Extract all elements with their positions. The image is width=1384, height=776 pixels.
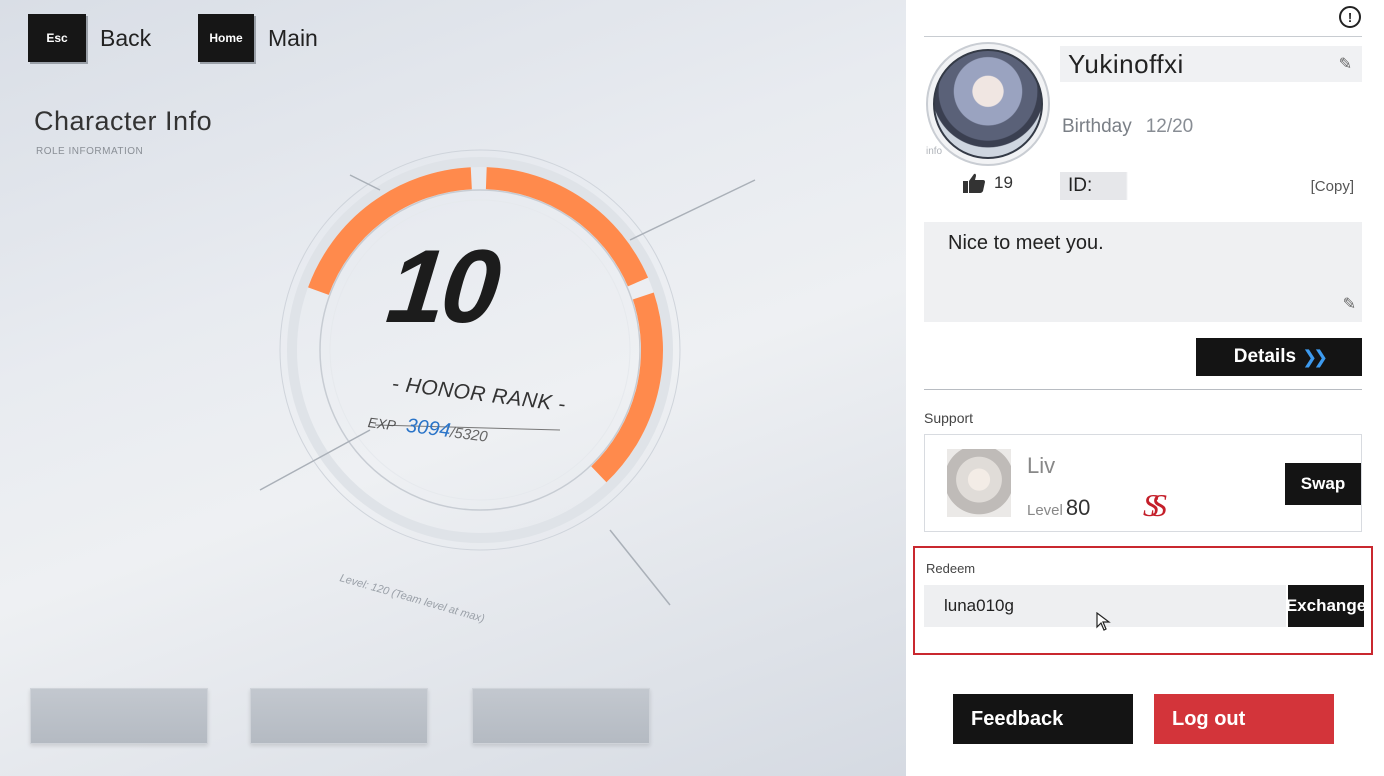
main-button[interactable]: Home Main [198,14,318,62]
support-card[interactable]: Liv Level 80 SS Swap [924,434,1362,532]
deco-line-right [629,179,756,241]
home-key-badge: Home [198,14,254,62]
bottom-tab-1[interactable] [30,688,208,744]
avatar [933,49,1043,159]
player-name-field[interactable]: Yukinoffxi ✎ [1060,46,1362,82]
feedback-button[interactable]: Feedback [953,694,1133,744]
divider-mid [924,389,1362,390]
support-section-label: Support [924,410,974,426]
bio-field[interactable]: Nice to meet you. ✎ [924,222,1362,322]
avatar-frame[interactable] [926,42,1050,166]
ring-outer-guide [279,149,681,551]
honor-progress-arc-2 [485,167,649,287]
support-name: Liv [1027,453,1056,478]
profile-panel: ! info Yukinoffxi ✎ Birthday 12/20 19 ID:… [906,0,1384,776]
birthday-value: 12/20 [1145,116,1194,137]
support-level-value: 80 [1065,495,1091,520]
player-name: Yukinoffxi [1068,48,1184,79]
exp-label: EXP [366,414,397,434]
exp-current: 3094 [404,414,452,443]
player-id-row: ID: [Copy] [1060,172,1362,200]
chevron-double-right-icon: ❯❯ [1302,346,1328,367]
support-level-label: Level [1027,502,1063,519]
ring-track [287,157,673,543]
avatar-tag: info [926,146,943,157]
deco-line-bottom [609,529,671,606]
bottom-tab-2[interactable] [250,688,428,744]
back-label: Back [100,24,152,51]
honor-rank-number: 10 [381,229,502,345]
likes-count: 19 [994,173,1013,192]
exchange-button[interactable]: Exchange [1286,585,1366,627]
id-label: ID: [1068,175,1093,196]
page-subtitle: ROLE INFORMATION [36,146,144,157]
esc-key-badge: Esc [28,14,86,62]
edit-icon[interactable]: ✎ [1343,294,1356,314]
back-button[interactable]: Esc Back [28,14,151,62]
character-info-scene: Esc Back Home Main Character Info ROLE I… [0,0,906,776]
redeem-section-label: Redeem [926,561,976,576]
edit-icon[interactable]: ✎ [1339,54,1352,74]
birthday-row: Birthday 12/20 [1062,116,1193,138]
mouse-cursor-icon [1096,612,1111,631]
support-level: Level 80 [1027,495,1090,521]
main-label: Main [268,24,318,51]
swap-button[interactable]: Swap [1285,463,1361,505]
support-portrait [947,449,1011,517]
copy-id-button[interactable]: [Copy] [1311,178,1354,195]
details-button[interactable]: Details ❯❯ [1196,338,1362,376]
thumbs-up-icon [963,173,985,193]
exp-max: /5320 [449,424,489,446]
support-rank-badge: SS [1143,487,1167,523]
birthday-label: Birthday [1062,116,1132,137]
info-icon[interactable]: ! [1339,6,1361,28]
divider-top [924,36,1362,37]
deco-line-top [349,174,381,191]
honor-rank-ring [259,149,756,606]
logout-button[interactable]: Log out [1154,694,1334,744]
details-label: Details [1233,346,1297,367]
bio-text: Nice to meet you. [948,232,1104,254]
likes-counter: 19 [962,172,1013,194]
bottom-tab-3[interactable] [472,688,650,744]
page-title: Character Info [34,106,213,136]
